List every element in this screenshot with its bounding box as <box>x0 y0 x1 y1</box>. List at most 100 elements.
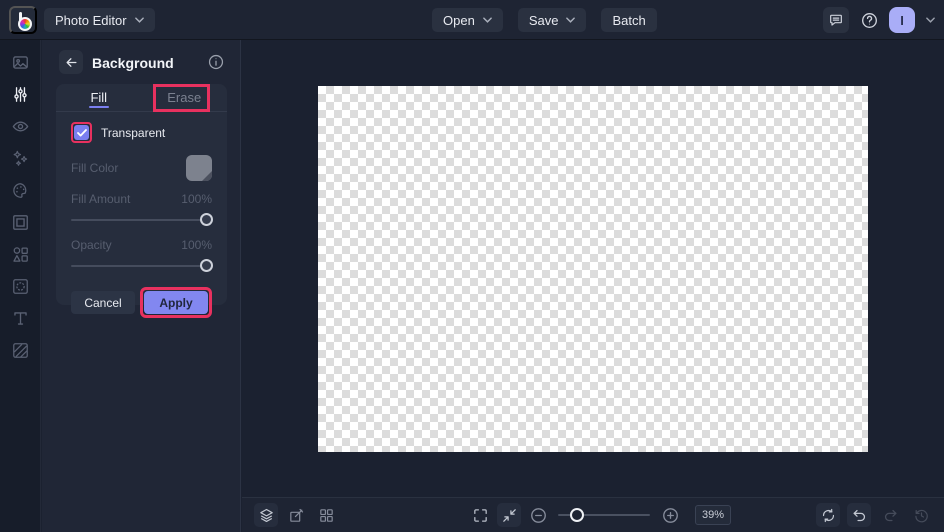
batch-label: Batch <box>612 13 645 28</box>
back-button[interactable] <box>59 50 83 74</box>
card-body: Transparent Fill Color Fill Amount 100% <box>56 112 227 318</box>
account-menu-chevron[interactable] <box>924 9 936 31</box>
canvas-transparent-checkerboard[interactable] <box>318 86 868 452</box>
adjustments-icon[interactable] <box>11 85 30 104</box>
cancel-button[interactable]: Cancel <box>71 291 135 314</box>
open-label: Open <box>443 13 475 28</box>
bottom-toolbar: 39% <box>242 497 944 532</box>
undo-button[interactable] <box>847 503 871 527</box>
chevron-down-icon <box>566 17 575 23</box>
fill-amount-value: 100% <box>181 192 212 206</box>
grid-view-button[interactable] <box>314 503 338 527</box>
user-avatar[interactable]: I <box>889 7 915 33</box>
fit-to-screen-button[interactable] <box>497 503 521 527</box>
opacity-slider-thumb[interactable] <box>200 259 213 272</box>
save-button[interactable]: Save <box>518 8 587 32</box>
chevron-down-icon <box>483 17 492 23</box>
canvas-area: 39% <box>242 40 944 532</box>
app-switcher-menu[interactable]: Photo Editor <box>44 8 155 32</box>
history-button[interactable] <box>909 503 933 527</box>
redo-icon <box>882 507 899 524</box>
fill-color-swatch[interactable] <box>186 155 212 181</box>
fill-erase-tabs: Fill Erase <box>56 84 227 112</box>
apply-annotation-box: Apply <box>140 287 212 318</box>
check-icon <box>77 129 87 137</box>
touchup-eye-icon[interactable] <box>11 117 30 136</box>
slider-track <box>71 219 212 221</box>
graphics-icon[interactable] <box>11 245 30 264</box>
artsy-palette-icon[interactable] <box>11 181 30 200</box>
transparent-annotation-box <box>71 122 92 143</box>
app-switcher-label: Photo Editor <box>55 13 127 28</box>
topbar-right-group: I <box>823 0 936 40</box>
logo-color-wheel-icon <box>18 17 32 31</box>
arrow-left-icon <box>64 55 79 70</box>
edit-canvas-icon <box>288 507 305 524</box>
info-icon <box>207 53 225 71</box>
help-icon <box>860 11 879 30</box>
swatch-corner-fold <box>202 171 212 181</box>
overlays-icon[interactable] <box>11 277 30 296</box>
edit-canvas-button[interactable] <box>284 503 308 527</box>
fill-color-row: Fill Color <box>71 155 212 181</box>
fullscreen-icon <box>472 507 489 524</box>
opacity-slider[interactable] <box>71 259 212 273</box>
apply-button[interactable]: Apply <box>144 291 208 314</box>
transparent-label[interactable]: Transparent <box>101 126 165 140</box>
zoom-in-icon <box>661 506 680 525</box>
background-panel: Background Fill Erase Transpare <box>42 40 241 532</box>
text-icon[interactable] <box>11 309 30 328</box>
help-button[interactable] <box>858 9 880 31</box>
undo-icon <box>851 507 868 524</box>
erase-annotation-box <box>153 84 210 112</box>
active-tab-underline <box>89 106 109 109</box>
zoom-slider-thumb[interactable] <box>570 508 584 522</box>
zoom-in-button[interactable] <box>658 503 682 527</box>
fill-amount-group: Fill Amount 100% <box>71 192 212 227</box>
bottom-left-group <box>254 503 338 527</box>
transparent-row: Transparent <box>71 122 212 143</box>
info-button[interactable] <box>207 53 225 71</box>
layers-icon <box>258 507 275 524</box>
save-label: Save <box>529 13 559 28</box>
effects-icon[interactable] <box>11 149 30 168</box>
feedback-chat-button[interactable] <box>823 7 849 33</box>
avatar-initial: I <box>900 13 904 28</box>
zoom-level-badge[interactable]: 39% <box>695 505 731 525</box>
fill-amount-slider-thumb[interactable] <box>200 213 213 226</box>
fill-color-label: Fill Color <box>71 161 118 175</box>
panel-buttons: Cancel Apply <box>71 287 212 318</box>
layers-button[interactable] <box>254 503 278 527</box>
chevron-down-icon <box>926 17 935 23</box>
opacity-label: Opacity <box>71 238 112 252</box>
open-button[interactable]: Open <box>432 8 503 32</box>
redo-button[interactable] <box>878 503 902 527</box>
tools-sidebar <box>0 40 41 532</box>
compare-icon <box>820 507 837 524</box>
textures-icon[interactable] <box>11 341 30 360</box>
fill-amount-label: Fill Amount <box>71 192 130 206</box>
batch-button[interactable]: Batch <box>601 8 656 32</box>
slider-track <box>71 265 212 267</box>
zoom-out-button[interactable] <box>526 503 550 527</box>
top-bar: Photo Editor Open Save Batch <box>0 0 944 40</box>
history-controls <box>816 503 933 527</box>
fullscreen-button[interactable] <box>468 503 492 527</box>
frames-icon[interactable] <box>11 213 30 232</box>
history-icon <box>913 507 930 524</box>
image-edit-icon[interactable] <box>11 53 30 72</box>
befunky-logo[interactable] <box>9 6 37 34</box>
opacity-value: 100% <box>181 238 212 252</box>
compare-button[interactable] <box>816 503 840 527</box>
panel-title: Background <box>92 55 174 71</box>
transparent-checkbox[interactable] <box>74 125 89 140</box>
opacity-group: Opacity 100% <box>71 238 212 273</box>
chevron-down-icon <box>135 17 144 23</box>
background-card: Fill Erase Transparent Fill Color <box>56 84 227 305</box>
zoom-controls: 39% <box>468 503 731 527</box>
zoom-slider[interactable] <box>558 508 650 522</box>
tab-fill-label: Fill <box>90 90 107 105</box>
fill-amount-slider[interactable] <box>71 213 212 227</box>
fit-to-screen-icon <box>501 507 518 524</box>
grid-view-icon <box>318 507 335 524</box>
